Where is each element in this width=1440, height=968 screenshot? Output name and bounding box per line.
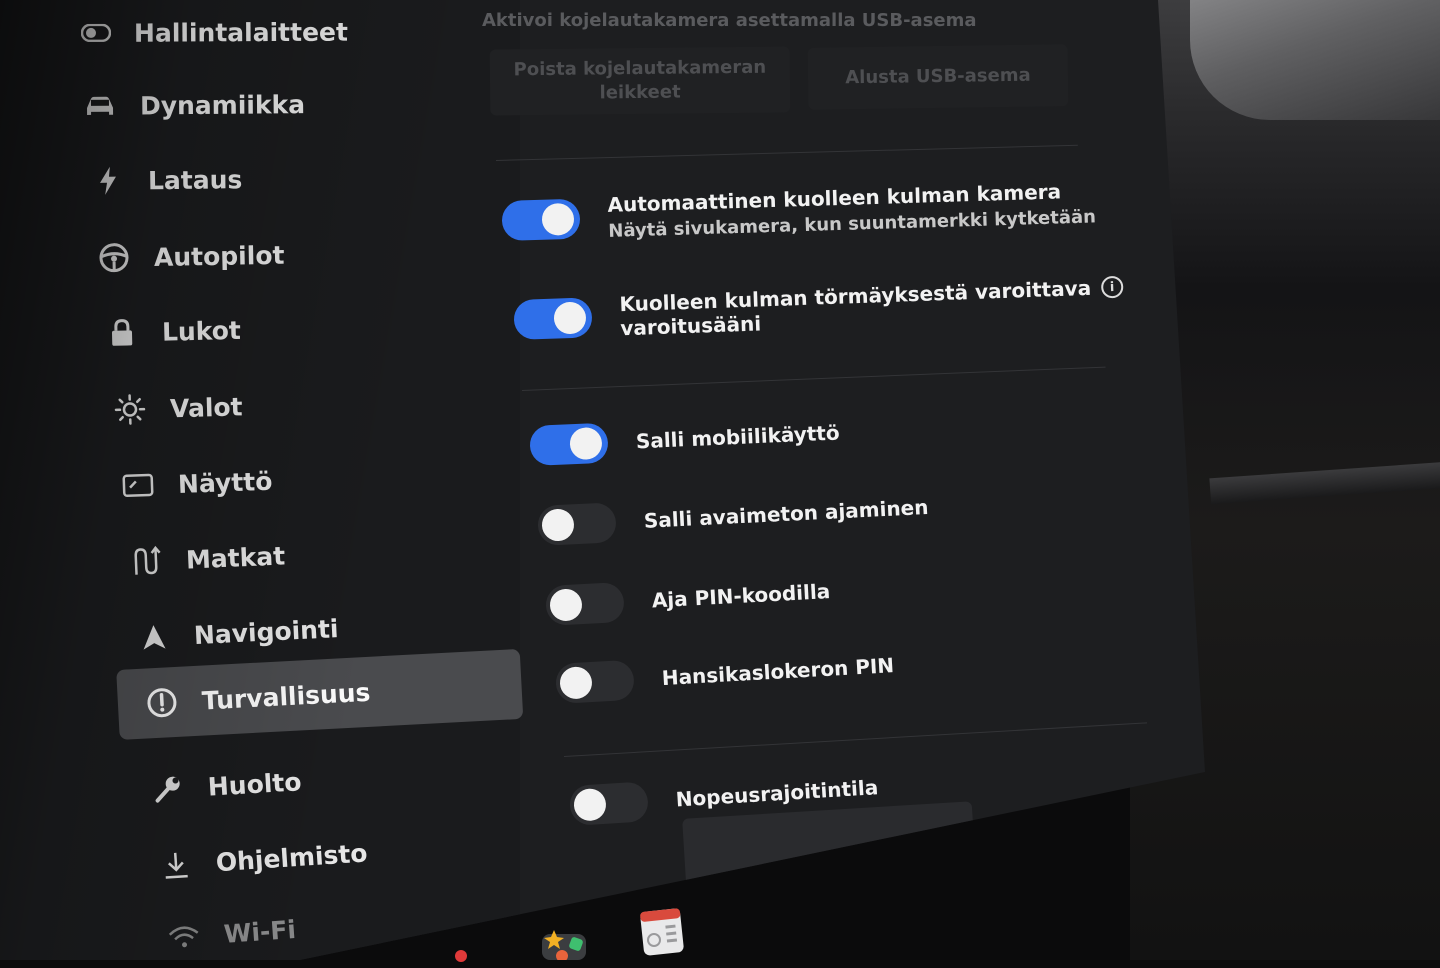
- divider: [522, 367, 1106, 391]
- sidebar-item-label: Huolto: [207, 767, 302, 801]
- speed-limit-mode-toggle[interactable]: [569, 781, 649, 826]
- keyless-driving-setting: Salli avaimeton ajaminen: [537, 487, 929, 546]
- sidebar-item-software[interactable]: Ohjelmisto: [156, 823, 369, 896]
- settings-sidebar: Hallintalaitteet Dynamiikka Lataus Autop…: [0, 0, 520, 960]
- sidebar-item-autopilot[interactable]: Autopilot: [95, 225, 284, 288]
- glovebox-pin-toggle[interactable]: [555, 660, 635, 704]
- blind-spot-camera-toggle[interactable]: [501, 198, 580, 240]
- forward-chevron-icon[interactable]: ›: [982, 850, 991, 875]
- car-icon: [82, 88, 118, 124]
- sidebar-item-trips[interactable]: Matkat: [127, 525, 287, 592]
- toggle-knob: [559, 666, 593, 700]
- sidebar-item-service[interactable]: Huolto: [148, 751, 303, 820]
- info-icon[interactable]: i: [1101, 276, 1124, 299]
- mute-icon[interactable]: [898, 862, 942, 896]
- glovebox-pin-setting: Hansikaslokeron PIN: [555, 645, 895, 704]
- wrench-icon: [149, 770, 187, 808]
- sidebar-item-label: Turvallisuus: [201, 677, 371, 715]
- sidebar-item-label: Wi-Fi: [223, 914, 297, 948]
- safety-settings-panel: Aktivoi kojelautakamera asettamalla USB-…: [470, 0, 1170, 960]
- toggle-knob: [573, 788, 607, 822]
- dashcam-hint: Aktivoi kojelautakamera asettamalla USB-…: [482, 10, 977, 31]
- sidebar-item-wifi[interactable]: Wi-Fi: [164, 899, 298, 968]
- blind-spot-chime-setting: Kuolleen kulman törmäyksestä varoittava …: [513, 275, 1124, 344]
- sidebar-item-label: Matkat: [185, 541, 285, 574]
- sidebar-item-label: Hallintalaitteet: [134, 17, 348, 47]
- divider: [564, 722, 1147, 757]
- mobile-access-toggle[interactable]: [529, 423, 609, 466]
- toggle-icon: [78, 15, 114, 51]
- toggle-knob: [569, 427, 602, 460]
- sidebar-item-dynamics[interactable]: Dynamiikka: [82, 74, 306, 136]
- pin-to-drive-toggle[interactable]: [545, 582, 625, 626]
- sidebar-item-label: Lataus: [148, 165, 243, 195]
- setting-label: Salli avaimeton ajaminen: [643, 495, 929, 533]
- navigation-arrow-icon: [135, 618, 173, 656]
- keyless-driving-toggle[interactable]: [537, 502, 617, 546]
- trips-icon: [127, 543, 164, 580]
- sidebar-item-display[interactable]: Näyttö: [119, 451, 273, 516]
- toybox-icon[interactable]: [540, 928, 588, 964]
- toggle-knob: [541, 508, 575, 542]
- blind-spot-camera-setting: Automaattinen kuolleen kulman kamera Näy…: [501, 178, 1096, 245]
- sidebar-item-lights[interactable]: Valot: [111, 376, 243, 440]
- sidebar-item-locks[interactable]: Lukot: [103, 300, 241, 363]
- delete-dashcam-clips-button[interactable]: Poista kojelautakameran leikkeet: [490, 46, 791, 115]
- sidebar-item-label: Ohjelmisto: [215, 838, 368, 877]
- setting-label: Aja PIN-koodilla: [651, 579, 831, 612]
- alert-circle-icon: [143, 684, 181, 722]
- setting-label: Salli mobiilikäyttö: [635, 420, 840, 453]
- dashboard-trim: [1209, 462, 1440, 505]
- blind-spot-chime-toggle[interactable]: [513, 297, 592, 340]
- window-glare: [1190, 0, 1440, 120]
- format-usb-button[interactable]: Alusta USB-asema: [808, 44, 1069, 110]
- sidebar-item-label: Navigointi: [193, 614, 339, 650]
- sidebar-item-label: Valot: [170, 392, 243, 423]
- lock-icon: [104, 314, 141, 351]
- toggle-knob: [553, 301, 586, 334]
- sidebar-item-label: Lukot: [162, 315, 241, 346]
- sidebar-item-label: Dynamiikka: [140, 90, 305, 120]
- sidebar-item-charging[interactable]: Lataus: [90, 149, 243, 211]
- setting-label: Nopeusrajoitintila: [675, 775, 879, 811]
- setting-label: Hansikaslokeron PIN: [661, 653, 894, 690]
- sun-icon: [111, 391, 148, 428]
- wifi-icon: [165, 918, 203, 956]
- sidebar-item-label: Autopilot: [154, 240, 285, 271]
- mobile-access-setting: Salli mobiilikäyttö: [529, 413, 840, 466]
- sidebar-item-label: Näyttö: [177, 466, 272, 498]
- sidebar-item-navigation[interactable]: Navigointi: [135, 598, 340, 668]
- delete-dashcam-clips-label: Poista kojelautakameran leikkeet: [510, 56, 770, 107]
- toggle-knob: [542, 202, 575, 235]
- back-chevron-icon[interactable]: ‹: [846, 876, 855, 901]
- download-icon: [157, 846, 195, 884]
- toggle-knob: [549, 588, 583, 622]
- bolt-icon: [90, 163, 126, 199]
- steering-wheel-icon: [96, 239, 133, 276]
- notification-dot: [455, 950, 467, 962]
- sidebar-item-controls[interactable]: Hallintalaitteet: [78, 2, 348, 63]
- pin-to-drive-setting: Aja PIN-koodilla: [545, 571, 831, 626]
- calendar-icon[interactable]: [640, 906, 684, 960]
- format-usb-label: Alusta USB-asema: [845, 64, 1031, 91]
- divider: [496, 145, 1078, 161]
- display-icon: [119, 467, 156, 504]
